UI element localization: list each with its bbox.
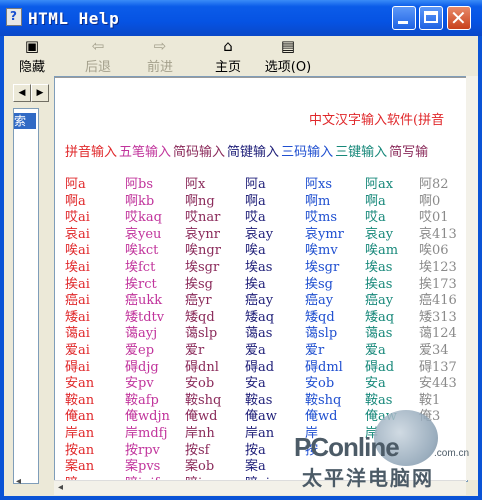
nav-panel: 索引 (13, 108, 39, 484)
options-icon: ▤ (280, 37, 296, 55)
forward-arrow-icon: ⇨ (153, 37, 167, 55)
back-arrow-icon: ⇦ (91, 37, 105, 55)
input-method-header: 简键输入 (227, 145, 280, 160)
navigation-pane: ◀ ▶ 索引 ◂ (9, 84, 51, 490)
table-row: 挨ai 挨rct 挨sg 挨a 挨sg 挨as 挨173 (65, 273, 465, 292)
tab-index[interactable]: 索引 (14, 113, 36, 144)
watermark-cn: 太平洋电脑网 (302, 466, 434, 490)
maximize-button[interactable] (419, 6, 443, 30)
nav-arrows: ◀ ▶ (13, 84, 49, 102)
hide-button[interactable]: ▣ 隐藏 (10, 36, 54, 75)
pconline-watermark: PConline .com.cn 太平洋电脑网 (284, 410, 480, 496)
minimize-button[interactable] (392, 6, 416, 30)
input-method-header: 三键输入 (335, 145, 388, 160)
table-row: 唉ai 唉kct 唉ngr 唉a 唉mv 唉am 唉06 (65, 239, 465, 258)
options-button[interactable]: ▤ 选项(O) (258, 36, 318, 75)
scroll-left-icon: ◂ (58, 482, 64, 493)
forward-label: 前进 (146, 60, 173, 75)
nav-horizontal-scrollbar[interactable]: ◂ (13, 476, 39, 490)
input-method-header: 简写输 (389, 145, 429, 160)
maximize-icon (424, 11, 438, 23)
table-row: 碍ai 碍djg 碍dnl 碍ad 碍dml 碍ad 碍137 (65, 356, 465, 375)
help-window: HTML Help ✕ ▣ 隐藏 ⇦ 后退 ⇨ 前进 ⌂ 主页 ▤ 选项(O) … (0, 0, 482, 500)
watermark-brand: PConline (294, 432, 400, 462)
nav-scroll-right-button[interactable]: ▶ (31, 84, 49, 102)
table-row: 矮ai 矮tdtv 矮qd 矮aq 矮qd 矮aq 矮313 (65, 306, 465, 325)
table-row: 癌ai 癌ukk 癌yr 癌ay 癌ay 癌ay 癌416 (65, 289, 465, 308)
table-row: 蔼ai 蔼ayj 蔼slp 蔼as 蔼slp 蔼as 蔼124 (65, 322, 465, 341)
input-method-header: 三码输入 (281, 145, 334, 160)
hide-pane-icon: ▣ (24, 37, 40, 55)
title-bar[interactable]: HTML Help ✕ (0, 0, 482, 36)
top-divider (55, 77, 467, 78)
home-label: 主页 (214, 60, 241, 75)
close-icon: ✕ (450, 6, 467, 30)
table-row: 阿a 阿bs 阿x 阿a 阿xs 阿ax 阿82 (65, 173, 465, 192)
table-row: 哎ai 哎kaq 哎nar 哎a 哎ms 哎a 哎01 (65, 206, 465, 225)
minimize-icon (398, 21, 408, 24)
input-method-header: 五笔输入 (119, 145, 172, 160)
window-title: HTML Help (28, 9, 120, 28)
forward-button[interactable]: ⇨ 前进 (138, 36, 182, 75)
home-button[interactable]: ⌂ 主页 (206, 36, 250, 75)
topic-heading: 中文汉字输入软件(拼音 (309, 113, 445, 128)
input-method-header: 简码输入 (173, 145, 226, 160)
nav-scroll-left-button[interactable]: ◀ (13, 84, 31, 102)
back-label: 后退 (84, 60, 111, 75)
hide-label: 隐藏 (18, 60, 45, 75)
home-icon: ⌂ (223, 37, 233, 55)
toolbar: ▣ 隐藏 ⇦ 后退 ⇨ 前进 ⌂ 主页 ▤ 选项(O) (4, 36, 478, 75)
input-method-headers: 拼音输入 五笔输入 简码输入 简键输入 三码输入 三键输入 简写输 (65, 141, 430, 160)
table-row: 安an 安pv 安ob 安a 安ob 安a 安443 (65, 372, 465, 391)
close-button[interactable]: ✕ (447, 6, 471, 30)
table-row: 啊a 啊kb 啊ng 啊a 啊m 啊a 啊0 (65, 190, 465, 209)
back-button[interactable]: ⇦ 后退 (76, 36, 120, 75)
table-row: 埃ai 埃fct 埃sgr 埃as 埃sgr 埃as 埃123 (65, 256, 465, 275)
table-row: 爱ai 爱ep 爱r 爱a 爱r 爱a 爱34 (65, 339, 465, 358)
input-method-header: 拼音输入 (65, 145, 118, 160)
watermark-domain: .com.cn (434, 448, 470, 459)
table-row: 鞍an 鞍afp 鞍shq 鞍as 鞍shq 鞍as 鞍1 (65, 389, 465, 408)
help-app-icon (6, 8, 22, 26)
table-row: 哀ai 哀yeu 哀ynr 哀ay 哀ymr 哀ay 哀413 (65, 223, 465, 242)
options-label: 选项(O) (264, 60, 312, 75)
